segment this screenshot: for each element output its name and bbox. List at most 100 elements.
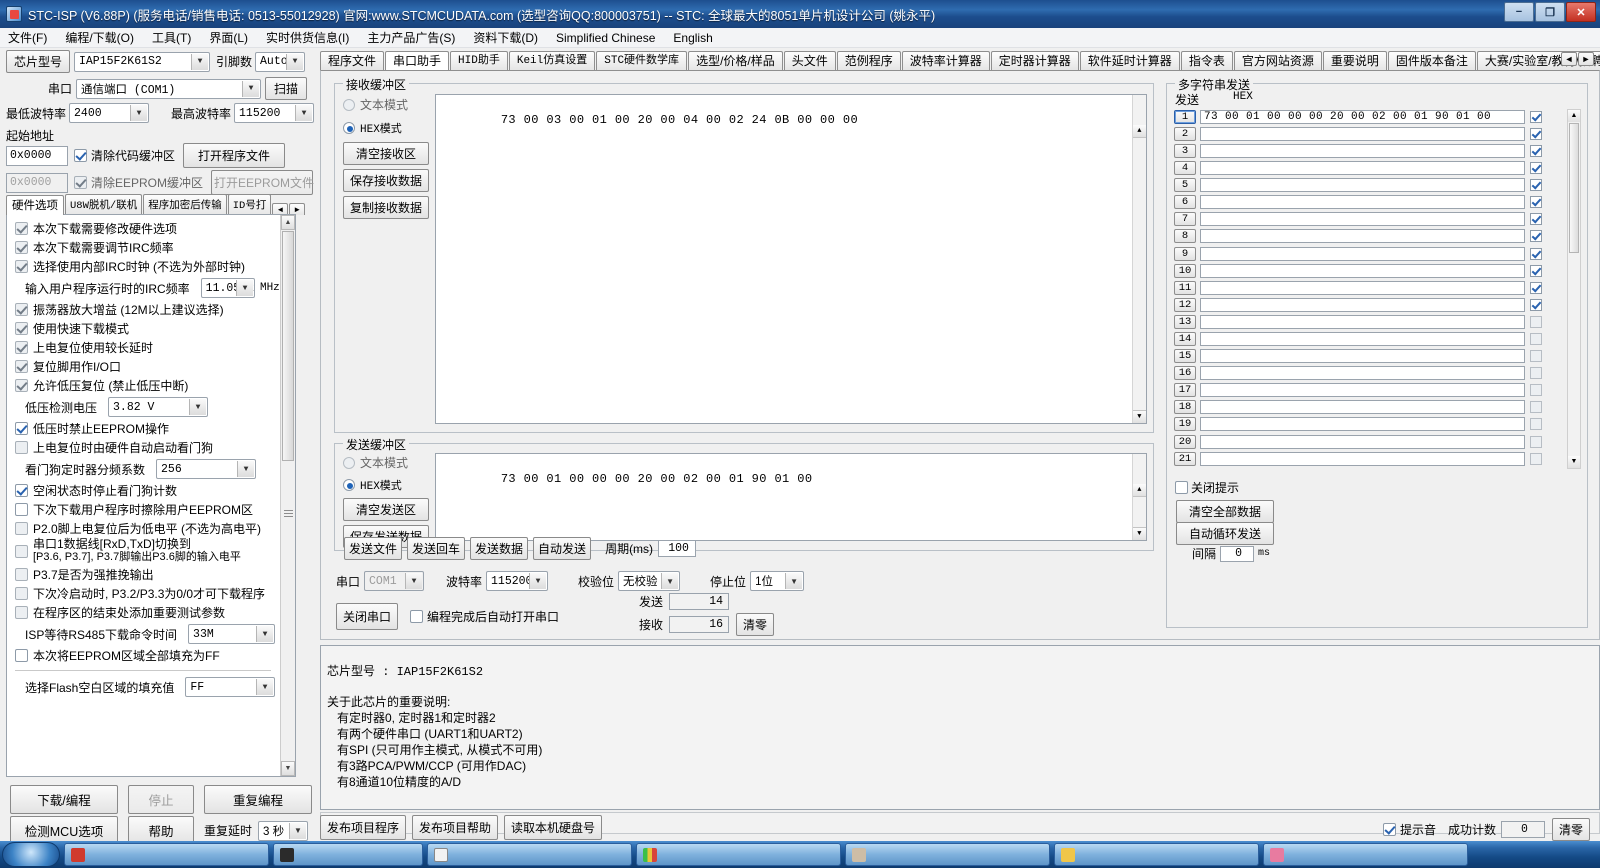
multi-send-row-number[interactable]: 15 [1174, 349, 1196, 364]
receive-text-mode-radio[interactable] [343, 98, 355, 111]
option-checkbox-row-15[interactable]: P2.0脚上电复位后为低电平 (不选为高电平) [7, 519, 279, 538]
option-checkbox[interactable] [15, 260, 28, 273]
scan-button[interactable]: 扫描 [265, 77, 307, 100]
left-tab-2[interactable]: 程序加密后传输 [143, 194, 227, 215]
send-return-button[interactable]: 发送回车 [407, 537, 466, 560]
option-combo-row-20[interactable]: ISP等待RS485下载命令时间 33M ▼ [7, 623, 279, 645]
clear-success-count-button[interactable]: 清零 [1551, 818, 1590, 841]
multi-send-row-checkbox[interactable] [1530, 418, 1542, 431]
multi-send-row-checkbox[interactable] [1530, 110, 1542, 123]
option-checkbox[interactable] [15, 522, 28, 535]
multi-send-row-input[interactable] [1200, 331, 1525, 346]
option-checkbox[interactable] [15, 360, 28, 373]
option-combo-row-12[interactable]: 看门狗定时器分频系数 256 ▼ [7, 458, 279, 480]
multi-send-row-input[interactable] [1200, 212, 1525, 227]
main-tab-10[interactable]: 软件延时计算器 [1079, 51, 1180, 71]
multi-send-row-number[interactable]: 16 [1174, 366, 1196, 381]
chip-model-select[interactable]: IAP15F2K61S2 ▼ [74, 51, 210, 72]
taskbar-item[interactable] [636, 843, 841, 866]
main-tab-12[interactable]: 官方网站资源 [1233, 51, 1322, 71]
multi-send-row-number[interactable]: 18 [1174, 400, 1196, 415]
scroll-down-icon[interactable]: ▼ [1133, 410, 1146, 423]
main-tab-next-button[interactable]: ► [1578, 52, 1594, 66]
multi-send-row-number[interactable]: 2 [1174, 126, 1196, 141]
clear-eeprom-buffer-checkbox[interactable] [74, 176, 87, 189]
maximize-button[interactable]: ❐ [1535, 2, 1565, 22]
option-combo-row-3[interactable]: 输入用户程序运行时的IRC频率 11.0592 ▼ MHz [7, 277, 280, 299]
left-tab-3[interactable]: ID号打 [227, 194, 272, 215]
main-tab-5[interactable]: 选型/价格/样品 [688, 51, 783, 71]
option-checkbox-row-5[interactable]: 使用快速下载模式 [7, 319, 279, 338]
scroll-up-icon[interactable]: ▲ [1133, 125, 1146, 138]
multi-send-row-checkbox[interactable] [1530, 281, 1542, 294]
option-checkbox[interactable] [15, 422, 28, 435]
multi-send-row-input[interactable] [1200, 366, 1525, 381]
multi-send-row-checkbox[interactable] [1530, 384, 1542, 397]
open-program-file-button[interactable]: 打开程序文件 [183, 143, 286, 168]
multi-send-row-checkbox[interactable] [1530, 435, 1542, 448]
multi-send-row[interactable]: 7 [1174, 212, 1542, 228]
multi-send-row-checkbox[interactable] [1530, 367, 1542, 380]
multi-send-row-number[interactable]: 10 [1174, 263, 1196, 278]
multi-send-row-input[interactable] [1200, 451, 1525, 466]
multi-send-row-input[interactable] [1200, 383, 1525, 398]
close-button[interactable]: ✕ [1566, 2, 1596, 22]
option-checkbox[interactable] [15, 441, 28, 454]
receive-buffer-textarea[interactable]: 73 00 03 00 01 00 20 00 04 00 02 24 0B 0… [435, 94, 1147, 424]
repeat-program-button[interactable]: 重复编程 [204, 785, 312, 814]
auto-open-port-checkbox[interactable] [410, 610, 423, 623]
multi-send-row-input[interactable] [1200, 314, 1525, 329]
option-checkbox[interactable] [15, 484, 28, 497]
taskbar-item[interactable] [273, 843, 423, 866]
options-scrollbar[interactable]: ▲ ▼ [280, 215, 295, 776]
option-checkbox-row-8[interactable]: 允许低压复位 (禁止低压中断) [7, 376, 279, 395]
scroll-up-icon[interactable]: ▲ [1133, 484, 1146, 497]
option-checkbox-row-19[interactable]: 在程序区的结束处添加重要测试参数 [7, 603, 279, 622]
clear-all-data-button[interactable]: 清空全部数据 [1176, 500, 1274, 523]
option-checkbox[interactable] [15, 341, 28, 354]
multi-send-row-checkbox[interactable] [1530, 452, 1542, 465]
serial-port-select[interactable]: 通信端口 (COM1) ▼ [76, 78, 261, 99]
scrollbar-thumb[interactable] [282, 231, 294, 461]
option-checkbox[interactable] [15, 503, 28, 516]
multi-send-row[interactable]: 1 73 00 01 00 00 00 20 00 02 00 01 90 01 … [1174, 109, 1542, 125]
multi-send-row-input[interactable] [1200, 263, 1525, 278]
multi-send-row[interactable]: 16 [1174, 365, 1542, 381]
parity-select[interactable]: 无校验 ▼ [618, 571, 681, 591]
publish-project-program-button[interactable]: 发布项目程序 [320, 815, 407, 840]
multi-send-row[interactable]: 17 [1174, 383, 1542, 399]
multi-send-row[interactable]: 19 [1174, 417, 1542, 433]
multi-send-row-input[interactable] [1200, 246, 1525, 261]
left-tab-1[interactable]: U8W脱机/联机 [65, 194, 143, 215]
send-text-mode-radio[interactable] [343, 456, 355, 469]
multi-send-row-checkbox[interactable] [1530, 264, 1542, 277]
multi-send-row[interactable]: 15 [1174, 348, 1542, 364]
receive-scrollbar[interactable]: ▲ ▼ [1132, 95, 1146, 423]
pin-count-select[interactable]: Auto ▼ [255, 51, 306, 72]
multi-send-row-checkbox[interactable] [1530, 162, 1542, 175]
multi-send-row-number[interactable]: 1 [1174, 109, 1196, 124]
scrollbar-thumb[interactable] [1569, 123, 1579, 253]
max-baud-select[interactable]: 115200 ▼ [234, 103, 315, 123]
main-tab-4[interactable]: STC硬件数学库 [596, 51, 688, 71]
option-checkbox-row-0[interactable]: 本次下载需要修改硬件选项 [7, 219, 279, 238]
close-tip-checkbox[interactable] [1175, 481, 1188, 494]
multi-send-row-checkbox[interactable] [1530, 350, 1542, 363]
multi-send-row[interactable]: 11 [1174, 280, 1542, 296]
option-select[interactable]: FF ▼ [185, 677, 275, 697]
multi-send-row-number[interactable]: 9 [1174, 246, 1196, 261]
multi-send-row-input[interactable] [1200, 143, 1525, 158]
main-tab-13[interactable]: 重要说明 [1322, 51, 1387, 71]
auto-send-button[interactable]: 自动发送 [533, 537, 592, 560]
clear-counters-button[interactable]: 清零 [736, 613, 775, 636]
scroll-down-icon[interactable]: ▼ [281, 761, 295, 776]
option-checkbox[interactable] [15, 606, 28, 619]
send-buffer-textarea[interactable]: 73 00 01 00 00 00 20 00 02 00 01 90 01 0… [435, 453, 1147, 541]
multi-send-row-number[interactable]: 3 [1174, 143, 1196, 158]
option-checkbox-row-14[interactable]: 下次下载用户程序时擦除用户EEPROM区 [7, 500, 279, 519]
option-checkbox-row-13[interactable]: 空闲状态时停止看门狗计数 [7, 481, 279, 500]
multi-send-row-number[interactable]: 11 [1174, 280, 1196, 295]
option-checkbox-row-18[interactable]: 下次冷启动时, P3.2/P3.3为0/0才可下载程序 [7, 584, 279, 603]
sound-checkbox[interactable] [1382, 823, 1396, 836]
option-checkbox[interactable] [15, 222, 28, 235]
